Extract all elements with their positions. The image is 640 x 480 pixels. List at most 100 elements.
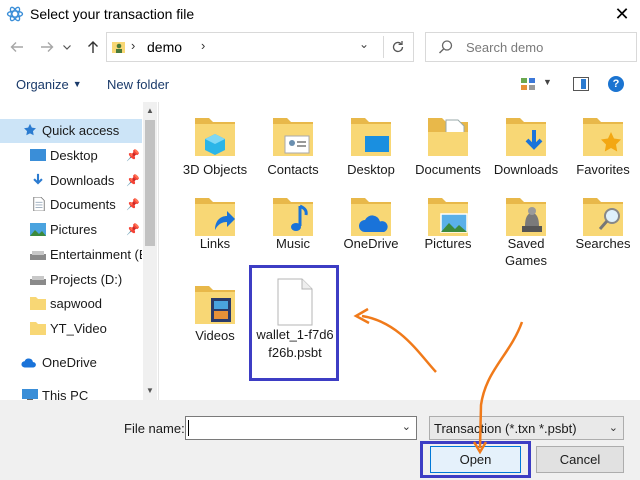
command-toolbar: Organize ▼ New folder ▼ ? bbox=[0, 68, 640, 102]
sidebar-item-yt-video[interactable]: YT_Video bbox=[0, 317, 142, 341]
file-item-wallet-psbt[interactable]: wallet_1-f7d6f26b.psbt bbox=[249, 265, 339, 381]
address-dropdown-icon[interactable]: ⌄ bbox=[359, 37, 369, 51]
navigation-pane: Quick access Desktop 📌 Downloads 📌 Docum… bbox=[0, 102, 158, 400]
scrollbar-thumb[interactable] bbox=[145, 120, 155, 246]
folder-favorites[interactable]: Favorites bbox=[565, 102, 640, 182]
scroll-down-icon[interactable]: ▼ bbox=[143, 382, 157, 398]
folder-label: Pictures bbox=[424, 236, 472, 251]
favorites-folder-icon bbox=[583, 118, 623, 156]
folder-label: Searches bbox=[575, 236, 631, 251]
desktop-icon bbox=[30, 149, 46, 161]
open-button[interactable]: Open bbox=[430, 446, 521, 473]
filename-label: File name: bbox=[124, 421, 185, 436]
sidebar-item-label: Desktop bbox=[50, 148, 98, 163]
drive-icon bbox=[30, 276, 46, 285]
folder-3d-objects[interactable]: 3D Objects bbox=[177, 102, 253, 182]
cancel-button[interactable]: Cancel bbox=[536, 446, 624, 473]
sidebar-item-label: Downloads bbox=[50, 173, 115, 188]
folder-contacts[interactable]: Contacts bbox=[255, 102, 331, 182]
address-bar[interactable]: › demo › ⌄ bbox=[106, 32, 414, 62]
folder-label: Saved Games bbox=[505, 236, 547, 268]
folder-saved-games[interactable]: Saved Games bbox=[488, 182, 564, 268]
sidebar-item-label: This PC bbox=[42, 388, 89, 400]
sidebar-item-pictures[interactable]: Pictures 📌 bbox=[0, 218, 142, 242]
back-button[interactable] bbox=[6, 36, 28, 58]
change-view-icon[interactable] bbox=[520, 77, 536, 91]
3d-objects-icon bbox=[195, 118, 235, 156]
file-type-select[interactable]: Transaction (*.txn *.psbt) ⌄ bbox=[429, 416, 624, 440]
sidebar-item-documents[interactable]: Documents 📌 bbox=[0, 193, 142, 217]
searches-folder-icon bbox=[583, 198, 623, 236]
folder-music[interactable]: Music bbox=[255, 182, 331, 266]
chevron-down-icon: ⌄ bbox=[608, 422, 618, 434]
preview-pane-icon[interactable] bbox=[573, 77, 589, 91]
filename-input[interactable]: ⌄ bbox=[185, 416, 417, 440]
filename-dropdown-icon[interactable]: ⌄ bbox=[402, 420, 411, 433]
new-folder-button[interactable]: New folder bbox=[107, 77, 169, 92]
folder-documents[interactable]: Documents bbox=[410, 102, 486, 182]
organize-label: Organize bbox=[16, 77, 69, 92]
folder-label: Music bbox=[276, 236, 310, 251]
folder-icon bbox=[30, 322, 46, 335]
breadcrumb-separator-icon: › bbox=[131, 38, 136, 53]
cloud-icon bbox=[21, 358, 36, 368]
title-bar: Select your transaction file ✕ bbox=[0, 0, 640, 28]
pin-icon[interactable]: 📌 bbox=[126, 198, 140, 211]
sidebar-item-entertainment-drive[interactable]: Entertainment (E: bbox=[0, 243, 142, 267]
file-label: wallet_1-f7d6f26b.psbt bbox=[256, 327, 334, 360]
refresh-button[interactable] bbox=[383, 36, 411, 58]
folder-downloads[interactable]: Downloads bbox=[488, 102, 564, 182]
downloads-folder-icon bbox=[506, 118, 546, 156]
forward-button[interactable] bbox=[36, 36, 58, 58]
sidebar-item-label: sapwood bbox=[50, 296, 103, 311]
close-button[interactable]: ✕ bbox=[604, 0, 640, 28]
help-icon[interactable]: ? bbox=[608, 76, 624, 92]
recent-locations-button[interactable] bbox=[60, 36, 74, 58]
folder-label: OneDrive bbox=[343, 236, 399, 251]
pin-icon[interactable]: 📌 bbox=[126, 223, 140, 236]
sidebar-item-this-pc[interactable]: This PC bbox=[0, 384, 142, 400]
sidebar-item-onedrive[interactable]: OneDrive bbox=[0, 351, 142, 375]
sidebar-item-label: Entertainment (E: bbox=[50, 247, 142, 262]
breadcrumb-separator-icon: › bbox=[201, 38, 206, 53]
pin-icon[interactable]: 📌 bbox=[126, 174, 140, 187]
folder-label: Links bbox=[199, 236, 231, 251]
search-placeholder: Search demo bbox=[466, 40, 544, 55]
search-icon bbox=[439, 40, 453, 54]
sidebar-item-desktop[interactable]: Desktop 📌 bbox=[0, 144, 142, 168]
folder-label: Videos bbox=[195, 328, 235, 343]
forward-arrow-icon bbox=[41, 42, 54, 52]
folder-label: Documents bbox=[415, 162, 481, 177]
close-icon: ✕ bbox=[614, 3, 630, 24]
folder-desktop[interactable]: Desktop bbox=[333, 102, 409, 182]
pin-icon[interactable]: 📌 bbox=[126, 149, 140, 162]
sidebar-scrollbar[interactable]: ▲ ▼ bbox=[143, 102, 157, 400]
navigation-bar: › demo › ⌄ Search demo bbox=[0, 28, 640, 68]
desktop-folder-icon bbox=[351, 118, 391, 156]
text-caret bbox=[188, 420, 189, 436]
scroll-up-icon[interactable]: ▲ bbox=[143, 102, 157, 118]
view-options-dropdown-icon[interactable]: ▼ bbox=[543, 77, 552, 87]
sidebar-item-downloads[interactable]: Downloads 📌 bbox=[0, 169, 142, 193]
user-folder-icon bbox=[112, 42, 125, 53]
folder-links[interactable]: Links bbox=[177, 182, 253, 266]
pc-icon bbox=[22, 389, 38, 400]
sidebar-item-quick-access[interactable]: Quick access bbox=[0, 119, 142, 143]
up-button[interactable] bbox=[82, 36, 104, 58]
folder-onedrive[interactable]: OneDrive bbox=[333, 182, 409, 266]
music-folder-icon bbox=[273, 198, 313, 236]
folder-videos[interactable]: Videos bbox=[177, 270, 253, 354]
folder-searches[interactable]: Searches bbox=[565, 182, 640, 266]
file-list: 3D Objects Contacts Desktop Documents Do… bbox=[159, 102, 640, 400]
breadcrumb-demo[interactable]: demo bbox=[147, 39, 182, 55]
folder-label: Favorites bbox=[576, 162, 630, 177]
documents-folder-icon bbox=[428, 118, 468, 156]
videos-folder-icon bbox=[195, 286, 235, 324]
sidebar-item-projects-drive[interactable]: Projects (D:) bbox=[0, 268, 142, 292]
organize-button[interactable]: Organize ▼ bbox=[16, 77, 82, 92]
drive-icon bbox=[30, 251, 46, 260]
pictures-icon bbox=[30, 223, 46, 236]
folder-pictures[interactable]: Pictures bbox=[410, 182, 486, 266]
search-input[interactable]: Search demo bbox=[425, 32, 637, 62]
sidebar-item-sapwood[interactable]: sapwood bbox=[0, 292, 142, 316]
